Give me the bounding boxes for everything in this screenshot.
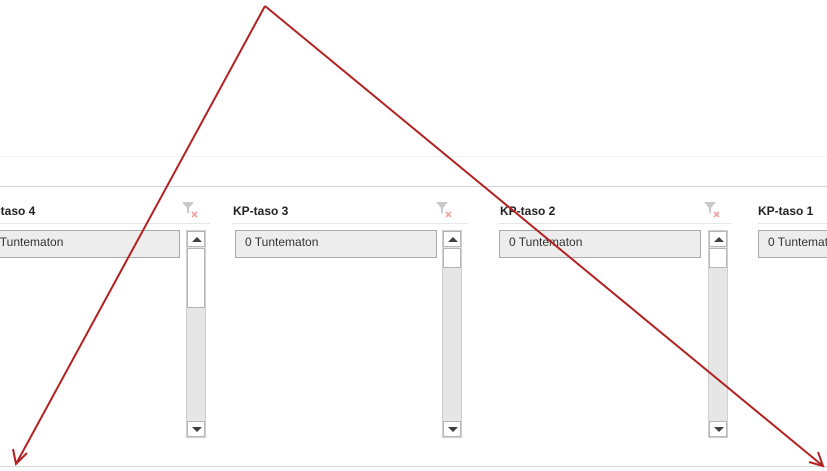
clear-filter-icon[interactable] (181, 200, 199, 220)
scrollbar[interactable] (708, 230, 728, 438)
slicer-title: KP-taso 3 (233, 204, 289, 218)
chevron-down-icon (448, 427, 458, 432)
slicer-item[interactable]: 0 Tuntematon (0, 230, 180, 258)
bottom-divider (0, 466, 827, 467)
scroll-up-button[interactable] (443, 231, 461, 247)
slicer-item[interactable]: 0 Tuntematon (758, 230, 827, 258)
scroll-down-button[interactable] (709, 421, 727, 437)
slicer-item[interactable]: 0 Tuntematon (499, 230, 701, 258)
scroll-thumb[interactable] (443, 248, 461, 268)
scroll-thumb[interactable] (187, 248, 205, 308)
scrollbar[interactable] (186, 230, 206, 438)
slicer-title-rule (499, 223, 731, 224)
clear-filter-icon[interactable] (703, 200, 721, 220)
scrollbar[interactable] (442, 230, 462, 438)
divider (0, 156, 827, 157)
slicer-item[interactable]: 0 Tuntematon (235, 230, 437, 258)
slicer-title-rule (0, 223, 210, 224)
scroll-up-button[interactable] (187, 231, 205, 247)
slicer-kp-taso-3: KP-taso 3 0 Tuntematon (233, 198, 468, 443)
slicer-kp-taso-1: KP-taso 1 0 Tuntematon (758, 198, 827, 443)
scroll-thumb[interactable] (709, 248, 727, 268)
ribbon-divider (0, 186, 827, 187)
slicer-title-rule (233, 223, 468, 224)
arrowhead-right (808, 451, 825, 468)
slicer-kp-taso-2: KP-taso 2 0 Tuntematon (499, 198, 731, 443)
ribbon-area (0, 0, 827, 187)
slicer-title: KP-taso 1 (758, 204, 814, 218)
chevron-down-icon (192, 427, 202, 432)
slicer-title: KP-taso 4 (0, 204, 36, 218)
arrowhead-left (12, 448, 28, 467)
scroll-up-button[interactable] (709, 231, 727, 247)
chevron-up-icon (448, 237, 458, 242)
scroll-down-button[interactable] (443, 421, 461, 437)
chevron-up-icon (714, 237, 724, 242)
chevron-down-icon (714, 427, 724, 432)
scroll-down-button[interactable] (187, 421, 205, 437)
slicer-kp-taso-4: KP-taso 4 0 Tuntematon (0, 198, 210, 443)
slicer-title-rule (758, 223, 827, 224)
chevron-up-icon (192, 237, 202, 242)
slicer-title: KP-taso 2 (500, 204, 556, 218)
clear-filter-icon[interactable] (435, 200, 453, 220)
